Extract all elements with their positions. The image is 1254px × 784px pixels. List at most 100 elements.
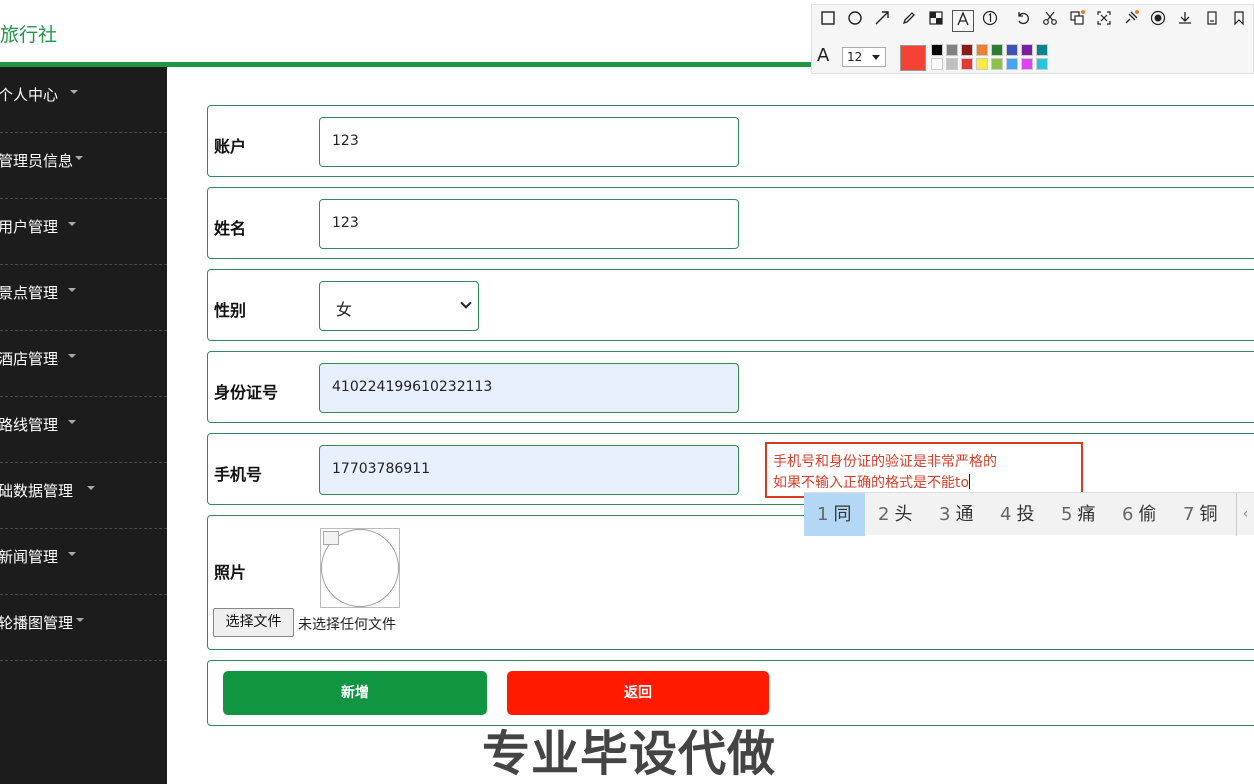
font-size-value: 12 [847,50,863,64]
gender-label: 性别 [214,301,247,320]
file-status-text: 未选择任何文件 [298,617,396,633]
ime-candidate-bar: 1同 2头 3通 4投 5痛 6偷 7铜 ‹ [804,492,1254,536]
phone-label: 手机号 [214,465,263,484]
form-row-gender: 性别 女 [207,269,1254,341]
ime-candidate[interactable]: 3通 [939,493,973,536]
sidebar-item-label: 景点管理 [0,284,59,302]
font-icon: A [817,45,830,66]
sidebar-item-news[interactable]: 新闻管理 [0,529,167,595]
sidebar-item-routes[interactable]: 路线管理 [0,397,167,463]
brand-title: 旅行社 [0,24,58,46]
chevron-down-icon [68,222,76,226]
ime-candidate[interactable]: 7铜 [1183,493,1217,536]
color-swatch[interactable] [1021,58,1033,70]
pencil-icon[interactable] [898,10,920,32]
phone-input[interactable]: 17703786911 [319,445,739,495]
sidebar-item-label: 用户管理 [0,218,59,236]
ime-candidate[interactable]: 1同 [804,493,865,536]
font-size-select[interactable]: 12 [842,47,886,67]
sidebar-item-label: 新闻管理 [0,548,59,566]
ime-candidate[interactable]: 6偷 [1122,493,1156,536]
sidebar-item-hotels[interactable]: 酒店管理 [0,331,167,397]
circle-icon[interactable] [844,10,866,32]
sidebar-item-base-data[interactable]: 础数据管理 [0,463,167,529]
rectangle-icon[interactable] [817,10,839,32]
photo-label: 照片 [214,563,247,582]
text-cursor [969,474,971,489]
translate-icon[interactable] [1066,10,1088,32]
sidebar-item-attractions[interactable]: 景点管理 [0,265,167,331]
chevron-down-icon [68,420,76,424]
watermark-text: 专业毕设代做 [482,726,777,782]
ime-prev-page-icon[interactable]: ‹ [1236,493,1254,536]
number-icon[interactable] [979,10,1001,32]
sidebar-item-users[interactable]: 用户管理 [0,199,167,265]
chevron-down-icon [68,552,76,556]
color-swatch[interactable] [1036,44,1048,56]
record-icon[interactable] [1147,10,1169,32]
annotation-line-2: 如果不输入正确的格式是不能to [773,475,970,491]
account-label: 账户 [214,137,247,156]
sidebar-item-admin-info[interactable]: 管理员信息 [0,133,167,199]
chevron-down-icon [68,354,76,358]
sidebar-item-label: 础数据管理 [0,482,74,500]
back-button[interactable]: 返回 [507,671,769,715]
chevron-down-icon [872,55,880,60]
color-swatch[interactable] [976,58,988,70]
photo-preview [320,528,400,608]
form-row-photo: 照片 选择文件 未选择任何文件 [207,515,1254,650]
ocr-icon[interactable] [1093,10,1115,32]
ime-candidate[interactable]: 2头 [878,493,912,536]
text-icon[interactable] [952,10,974,32]
sidebar-item-carousel[interactable]: 轮播图管理 [0,595,167,661]
sidebar: 个人中心 管理员信息 用户管理 景点管理 酒店管理 路线管理 础数据管理 新闻管… [0,67,167,784]
sidebar-item-label: 酒店管理 [0,350,59,368]
color-swatch[interactable] [931,58,943,70]
sidebar-item-personal-center[interactable]: 个人中心 [0,67,167,133]
chevron-down-icon [68,288,76,292]
color-swatch[interactable] [946,44,958,56]
current-color-swatch[interactable] [900,45,926,71]
gender-select[interactable]: 女 [319,281,479,331]
ime-candidate[interactable]: 5痛 [1061,493,1095,536]
add-button[interactable]: 新增 [223,671,487,715]
form-row-account: 账户 123 [207,105,1254,177]
color-swatch[interactable] [1006,58,1018,70]
cut-icon[interactable] [1039,10,1061,32]
color-swatch[interactable] [976,44,988,56]
mosaic-icon[interactable] [925,10,947,32]
color-swatch[interactable] [991,44,1003,56]
chevron-down-icon [460,297,472,309]
download-icon[interactable] [1174,10,1196,32]
color-swatch[interactable] [946,58,958,70]
sidebar-item-label: 管理员信息 [0,152,74,170]
text-annotation-box[interactable]: 手机号和身份证的验证是非常严格的 如果不输入正确的格式是不能to [765,442,1083,498]
sidebar-item-label: 路线管理 [0,416,59,434]
color-swatch[interactable] [1021,44,1033,56]
broken-image-icon [323,531,339,545]
color-swatch[interactable] [961,58,973,70]
pin-icon[interactable] [1120,10,1142,32]
form-row-name: 姓名 123 [207,187,1254,259]
id-number-input[interactable]: 410224199610232113 [319,363,739,413]
undo-icon[interactable] [1012,10,1034,32]
choose-file-button[interactable]: 选择文件 [213,608,294,637]
color-swatch[interactable] [1036,58,1048,70]
chevron-down-icon [70,90,78,94]
annotation-line-1: 手机号和身份证的验证是非常严格的 [773,454,997,470]
color-swatch[interactable] [931,44,943,56]
arrow-icon[interactable] [871,10,893,32]
copy-icon[interactable] [1201,10,1223,32]
color-swatch[interactable] [991,58,1003,70]
ime-candidate[interactable]: 4投 [1000,493,1034,536]
sidebar-item-label: 个人中心 [0,86,59,104]
bookmark-icon[interactable] [1228,10,1250,32]
color-swatch[interactable] [961,44,973,56]
screenshot-toolbar: A 12 [811,4,1254,74]
account-input[interactable]: 123 [319,117,739,167]
gender-select-value: 女 [336,300,353,319]
color-swatch[interactable] [1006,44,1018,56]
name-input[interactable]: 123 [319,199,739,249]
form-row-id-number: 身份证号 410224199610232113 [207,351,1254,423]
chevron-down-icon [87,486,95,490]
